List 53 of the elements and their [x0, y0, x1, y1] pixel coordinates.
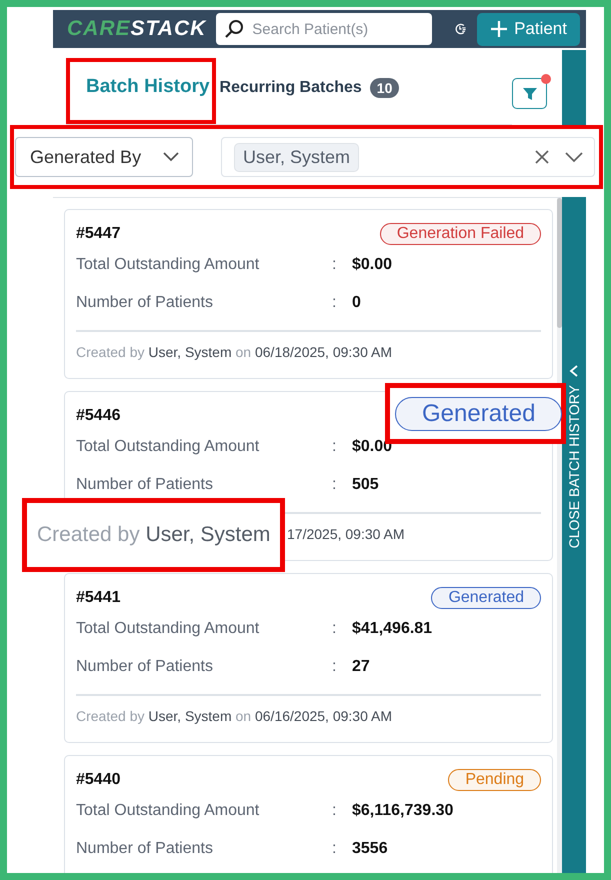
status-badge: Pending: [448, 769, 542, 791]
field-label: Number of Patients: [76, 294, 214, 312]
field-label: Total Outstanding Amount: [76, 620, 260, 638]
separator: :: [332, 256, 338, 274]
separator: :: [332, 476, 338, 494]
field-value: 505: [352, 476, 379, 494]
field-value: 0: [352, 294, 361, 312]
plus-icon: [490, 20, 508, 38]
separator: :: [332, 294, 338, 312]
field-value: $41,496.81: [352, 620, 432, 638]
created-by-text: Created by User, System: [37, 523, 270, 547]
field-label: Total Outstanding Amount: [76, 438, 260, 456]
filter-icon: [522, 86, 538, 102]
field-label: Number of Patients: [76, 658, 214, 676]
tab[interactable]: Recurring Batches 10: [216, 58, 406, 124]
created-by-text: Created by User, System on 06/16/2025, 09:30 AM: [76, 707, 393, 724]
count-badge: 10: [370, 78, 400, 98]
created-date-text: 17/2025, 09:30 AM: [287, 526, 405, 542]
close-batch-history-button[interactable]: CLOSE BATCH HISTORY: [562, 197, 586, 873]
search-icon: [224, 19, 244, 39]
separator: :: [332, 658, 338, 676]
separator: :: [332, 438, 338, 456]
batch-id: #5441: [76, 589, 120, 607]
tab[interactable]: Batch History: [66, 58, 216, 124]
scrollbar-thumb[interactable]: [557, 198, 562, 328]
field-value: $0.00: [352, 256, 392, 274]
chevron-left-icon: [568, 365, 580, 377]
field-label: Total Outstanding Amount: [76, 256, 260, 274]
filter-chip[interactable]: User, System: [234, 142, 360, 172]
add-patient-button[interactable]: Patient: [477, 12, 580, 46]
status-badge: Generated: [395, 396, 562, 430]
search-field[interactable]: Search Patient(s): [216, 13, 432, 45]
generated-by-dropdown[interactable]: Generated By: [15, 137, 193, 177]
status-badge: Generation Failed: [380, 223, 542, 245]
multi-select-field[interactable]: User, System: [221, 137, 595, 177]
clear-icon[interactable]: [534, 149, 550, 165]
created-by-text: Created by User, System on 06/18/2025, 09:30 AM: [76, 343, 393, 360]
batch-id: #5446: [76, 407, 120, 425]
field-label: Number of Patients: [76, 840, 214, 858]
chevron-down-icon: [162, 151, 180, 163]
field-label: Total Outstanding Amount: [76, 802, 260, 820]
separator: :: [332, 802, 338, 820]
carestack-logo: CARESTACK: [67, 17, 206, 41]
separator: :: [332, 840, 338, 858]
field-value: 3556: [352, 840, 388, 858]
separator: :: [332, 620, 338, 638]
status-badge: Generated: [431, 587, 542, 609]
chevron-down-icon[interactable]: [564, 151, 584, 163]
field-value: 27: [352, 658, 370, 676]
field-value: $6,116,739.30: [352, 802, 454, 820]
batch-id: #5447: [76, 225, 120, 243]
batch-id: #5440: [76, 771, 120, 789]
field-label: Number of Patients: [76, 476, 214, 494]
